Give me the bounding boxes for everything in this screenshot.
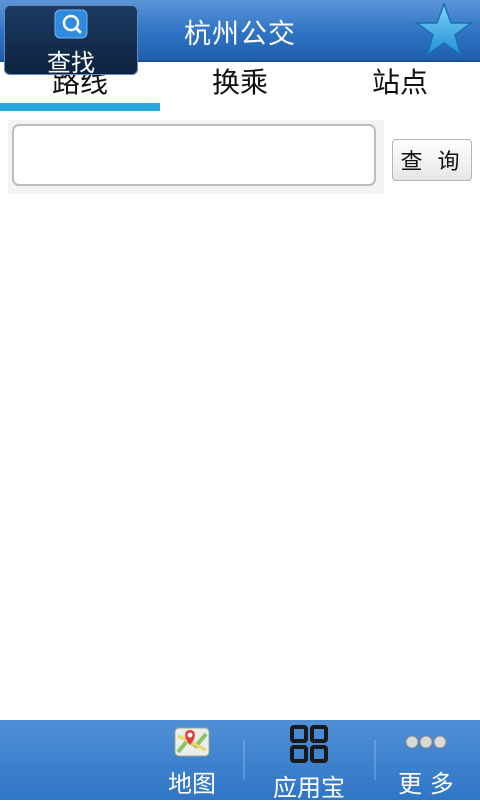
nav-more-label: 更 多 bbox=[398, 770, 454, 798]
tab-station[interactable]: 站点 bbox=[320, 62, 480, 108]
nav-map-label: 地图 bbox=[168, 770, 216, 798]
nav-divider bbox=[374, 740, 376, 780]
favorite-star-icon[interactable] bbox=[414, 1, 474, 60]
tab-transfer[interactable]: 换乘 bbox=[160, 62, 320, 108]
tab-station-label: 站点 bbox=[371, 66, 428, 99]
search-input[interactable] bbox=[12, 124, 376, 186]
search-box bbox=[8, 120, 384, 194]
map-icon bbox=[174, 726, 210, 762]
query-button[interactable]: 查 询 bbox=[392, 139, 472, 181]
nav-divider bbox=[243, 740, 245, 780]
nav-item-appstore[interactable]: 应用宝 bbox=[250, 720, 368, 802]
tab-transfer-label: 换乘 bbox=[211, 66, 268, 99]
more-icon bbox=[404, 734, 448, 754]
nav-appstore-label: 应用宝 bbox=[273, 774, 345, 802]
nav-item-search[interactable]: 查找 bbox=[4, 5, 138, 77]
nav-search-label: 查找 bbox=[47, 49, 95, 77]
tab-active-indicator bbox=[0, 103, 160, 111]
nav-item-map[interactable]: 地图 bbox=[142, 720, 242, 800]
grid-icon bbox=[289, 724, 329, 768]
search-icon bbox=[54, 9, 88, 43]
nav-item-more[interactable]: 更 多 bbox=[380, 720, 472, 800]
